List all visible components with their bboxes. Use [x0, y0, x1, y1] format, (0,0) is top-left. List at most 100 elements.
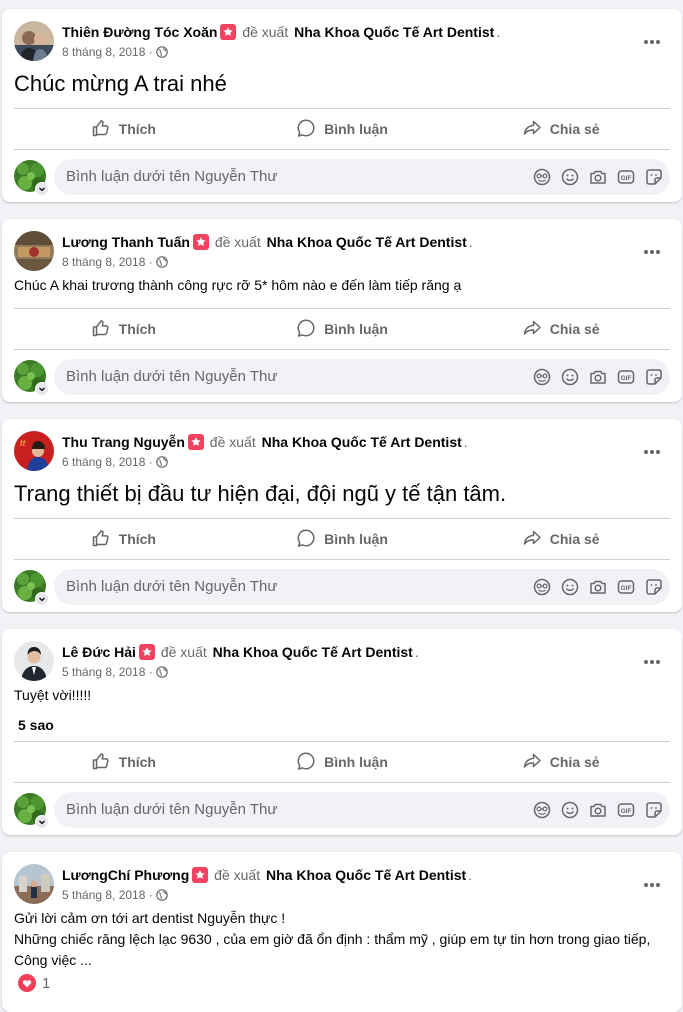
author-avatar[interactable] — [14, 21, 54, 61]
globe-icon — [155, 256, 168, 268]
comment-tools: GIF — [524, 800, 664, 820]
emoji-icon[interactable] — [560, 800, 580, 820]
author-avatar[interactable] — [14, 231, 54, 271]
author-name[interactable]: Thiên Đường Tóc Xoăn — [62, 24, 217, 40]
like-icon — [91, 528, 119, 551]
camera-icon[interactable] — [588, 800, 608, 820]
gif-icon[interactable]: GIF — [616, 577, 636, 597]
emoji-icon[interactable] — [560, 577, 580, 597]
comment-input[interactable]: Bình luận dưới tên Nguyễn Thư GIF — [54, 569, 670, 605]
author-avatar[interactable] — [14, 864, 54, 904]
like-icon — [91, 318, 119, 341]
like-button[interactable]: Thích — [14, 742, 233, 782]
comment-input[interactable]: Bình luận dưới tên Nguyễn Thư GIF — [54, 159, 670, 195]
comment-placeholder: Bình luận dưới tên Nguyễn Thư — [66, 168, 278, 185]
reaction-summary[interactable]: 1 — [18, 974, 50, 992]
share-label: Chia sẻ — [549, 121, 600, 137]
author-name[interactable]: Thu Trang Nguyễn — [62, 434, 185, 450]
comment-button[interactable]: Bình luận — [233, 519, 452, 559]
share-button[interactable]: Chia sẻ — [451, 309, 670, 349]
page-name-link[interactable]: Nha Khoa Quốc Tế Art Dentist — [294, 24, 494, 40]
post-text: Gửi lời cảm ơn tới art dentist Nguyễn th… — [14, 910, 651, 968]
comment-button[interactable]: Bình luận — [233, 109, 452, 149]
recommend-icon — [192, 234, 209, 250]
post-meta: 5 tháng 8, 2018 · — [62, 887, 168, 903]
sticker-icon[interactable] — [644, 577, 664, 597]
more-options-button[interactable] — [638, 647, 666, 675]
comment-button[interactable]: Bình luận — [233, 309, 452, 349]
title-period: . — [496, 24, 501, 40]
author-avatar[interactable] — [14, 641, 54, 681]
title-period: . — [414, 644, 419, 660]
comment-label: Bình luận — [324, 321, 388, 337]
sticker-icon[interactable] — [644, 367, 664, 387]
camera-icon[interactable] — [588, 577, 608, 597]
avatar-sticker-icon[interactable] — [532, 367, 552, 387]
page-name-link[interactable]: Nha Khoa Quốc Tế Art Dentist — [213, 644, 413, 660]
comment-input[interactable]: Bình luận dưới tên Nguyễn Thư GIF — [54, 359, 670, 395]
author-name[interactable]: LươngChí Phương — [62, 867, 189, 883]
gif-icon[interactable]: GIF — [616, 800, 636, 820]
share-label: Chia sẻ — [549, 321, 600, 337]
share-button[interactable]: Chia sẻ — [451, 519, 670, 559]
comment-tools: GIF — [524, 167, 664, 187]
author-name[interactable]: Lê Đức Hải — [62, 644, 136, 660]
post-date[interactable]: 8 tháng 8, 2018 — [62, 255, 145, 269]
like-button[interactable]: Thích — [14, 519, 233, 559]
sticker-icon[interactable] — [644, 167, 664, 187]
profile-switch-chevron-icon[interactable] — [35, 182, 49, 196]
more-options-button[interactable] — [638, 27, 666, 55]
avatar-sticker-icon[interactable] — [532, 577, 552, 597]
page-name-link[interactable]: Nha Khoa Quốc Tế Art Dentist — [266, 867, 466, 883]
more-options-button[interactable] — [638, 870, 666, 898]
profile-switch-chevron-icon[interactable] — [35, 592, 49, 606]
author-name[interactable]: Lương Thanh Tuấn — [62, 234, 190, 250]
sticker-icon[interactable] — [644, 800, 664, 820]
post-date[interactable]: 5 tháng 8, 2018 — [62, 665, 145, 679]
recommendations-feed: Thiên Đường Tóc Xoăn đề xuất Nha Khoa Qu… — [0, 0, 683, 1012]
post-date[interactable]: 5 tháng 8, 2018 — [62, 888, 145, 902]
share-button[interactable]: Chia sẻ — [451, 109, 670, 149]
post-date[interactable]: 6 tháng 8, 2018 — [62, 455, 145, 469]
camera-icon[interactable] — [588, 367, 608, 387]
comment-composer: Bình luận dưới tên Nguyễn Thư GIF — [14, 792, 670, 829]
gif-icon[interactable]: GIF — [616, 367, 636, 387]
post-meta: 8 tháng 8, 2018 · — [62, 254, 168, 270]
like-button[interactable]: Thích — [14, 309, 233, 349]
emoji-icon[interactable] — [560, 367, 580, 387]
post-date[interactable]: 8 tháng 8, 2018 — [62, 45, 145, 59]
post-actions: Thích Bình luận Chia sẻ — [14, 308, 670, 350]
recommendation-post: tt Thu Trang Nguyễn đề xuất Nha Khoa Quốc… — [2, 419, 682, 612]
profile-switch-chevron-icon[interactable] — [35, 382, 49, 396]
camera-icon[interactable] — [588, 167, 608, 187]
author-avatar[interactable]: tt — [14, 431, 54, 471]
page-name-link[interactable]: Nha Khoa Quốc Tế Art Dentist — [267, 234, 467, 250]
comment-label: Bình luận — [324, 754, 388, 770]
avatar-sticker-icon[interactable] — [532, 167, 552, 187]
recommend-verb: đề xuất — [209, 434, 256, 450]
gif-icon[interactable]: GIF — [616, 167, 636, 187]
share-icon — [522, 318, 550, 341]
emoji-icon[interactable] — [560, 167, 580, 187]
globe-icon — [155, 666, 168, 678]
more-options-button[interactable] — [638, 237, 666, 265]
title-period: . — [468, 867, 473, 883]
recommend-icon — [187, 434, 204, 450]
recommend-verb: đề xuất — [214, 867, 261, 883]
comment-label: Bình luận — [324, 121, 388, 137]
comment-input[interactable]: Bình luận dưới tên Nguyễn Thư GIF — [54, 792, 670, 828]
share-label: Chia sẻ — [549, 754, 600, 770]
page-name-link[interactable]: Nha Khoa Quốc Tế Art Dentist — [262, 434, 462, 450]
more-horizontal-icon — [643, 652, 661, 670]
profile-switch-chevron-icon[interactable] — [35, 815, 49, 829]
avatar-sticker-icon[interactable] — [532, 800, 552, 820]
more-options-button[interactable] — [638, 437, 666, 465]
like-icon — [91, 118, 119, 141]
post-text: Chúc A khai trương thành công rực rỡ 5* … — [14, 277, 462, 293]
comment-tools: GIF — [524, 367, 664, 387]
comment-button[interactable]: Bình luận — [233, 742, 452, 782]
recommendation-post: LươngChí Phương đề xuất Nha Khoa Quốc Tế… — [2, 852, 682, 1012]
share-label: Chia sẻ — [549, 531, 600, 547]
share-button[interactable]: Chia sẻ — [451, 742, 670, 782]
like-button[interactable]: Thích — [14, 109, 233, 149]
